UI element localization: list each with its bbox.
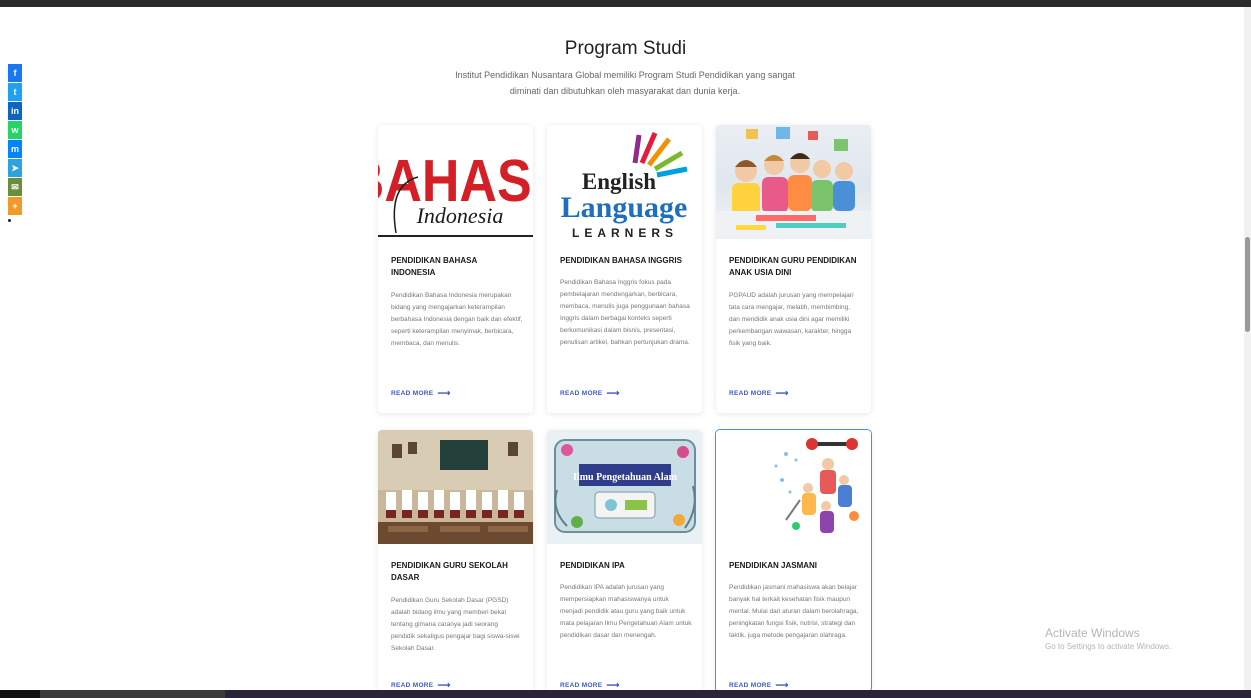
linkedin-icon[interactable]: in bbox=[8, 102, 22, 120]
page-scrollbar[interactable] bbox=[1244, 7, 1251, 690]
arrow-right-icon: ⟶ bbox=[437, 388, 451, 398]
arrow-right-icon: ⟶ bbox=[606, 388, 620, 398]
card-image-children-classroom bbox=[716, 125, 871, 239]
page-title: Program Studi bbox=[564, 38, 687, 59]
social-share-bar: f t in w m ➤ ✉ + bbox=[8, 64, 22, 222]
telegram-icon[interactable]: ➤ bbox=[8, 159, 22, 177]
taskbar-strip bbox=[0, 690, 1251, 698]
page-subtitle: Institut Pendidikan Nusantara Global mem… bbox=[455, 70, 795, 96]
program-card-bahasa-indonesia[interactable]: BAHASA Indonesia PENDIDIKAN BAHASA INDON… bbox=[378, 125, 533, 413]
card-description: Pendidikan Guru Sekolah Dasar (PGSD) ada… bbox=[391, 597, 520, 652]
card-image-ilmu-pengetahuan-alam: Ilmu Pengetahuan Alam bbox=[547, 430, 702, 544]
browser-top-bar bbox=[0, 0, 1251, 7]
card-title: PENDIDIKAN GURU PENDIDIKAN ANAK USIA DIN… bbox=[729, 256, 857, 277]
card-title: PENDIDIKAN GURU SEKOLAH DASAR bbox=[391, 561, 508, 582]
card-description: Pendidikan Bahasa Inggris fokus pada pem… bbox=[560, 279, 690, 346]
scrollbar-thumb[interactable] bbox=[1245, 237, 1250, 332]
share-bar-handle bbox=[8, 219, 11, 222]
card-title: PENDIDIKAN BAHASA INDONESIA bbox=[391, 256, 477, 277]
card-title: PENDIDIKAN JASMANI bbox=[729, 561, 818, 570]
more-share-icon[interactable]: + bbox=[8, 197, 22, 215]
card-description: Pendidikan IPA adalah jurusan yang mempe… bbox=[560, 584, 692, 639]
program-card-ipa[interactable]: Ilmu Pengetahuan Alam PENDIDIKAN IPA Pen… bbox=[547, 430, 702, 692]
svg-text:LEARNERS: LEARNERS bbox=[572, 226, 678, 239]
activation-title: Activate Windows bbox=[1045, 626, 1140, 640]
read-more-link[interactable]: READ MORE ⟶ bbox=[729, 388, 789, 399]
arrow-right-icon: ⟶ bbox=[775, 388, 789, 398]
activation-subtitle: Go to Settings to activate Windows. bbox=[1045, 642, 1172, 651]
program-card-jasmani[interactable]: PENDIDIKAN JASMANI Pendidikan jasmani ma… bbox=[715, 429, 872, 693]
read-more-link[interactable]: READ MORE ⟶ bbox=[560, 388, 620, 399]
card-image-english-learners: English Language LEARNERS bbox=[547, 125, 702, 239]
card-image-classroom bbox=[378, 430, 533, 544]
messenger-icon[interactable]: m bbox=[8, 140, 22, 158]
card-description: Pendidikan jasmani mahasiswa akan belaja… bbox=[729, 584, 859, 639]
card-title: PENDIDIKAN IPA bbox=[560, 561, 625, 570]
whatsapp-icon[interactable]: w bbox=[8, 121, 22, 139]
svg-text:Ilmu Pengetahuan Alam: Ilmu Pengetahuan Alam bbox=[573, 472, 678, 483]
twitter-icon[interactable]: t bbox=[8, 83, 22, 101]
facebook-icon[interactable]: f bbox=[8, 64, 22, 82]
card-title: PENDIDIKAN BAHASA INGGRIS bbox=[560, 256, 682, 265]
program-card-bahasa-inggris[interactable]: English Language LEARNERS PENDIDIKAN BAH… bbox=[547, 125, 702, 413]
card-description: PGPAUD adalah jurusan yang mempelajari t… bbox=[729, 292, 854, 347]
read-more-link[interactable]: READ MORE ⟶ bbox=[391, 388, 451, 399]
program-card-pgsd[interactable]: PENDIDIKAN GURU SEKOLAH DASAR Pendidikan… bbox=[378, 430, 533, 692]
email-icon[interactable]: ✉ bbox=[8, 178, 22, 196]
windows-activation-watermark: Activate Windows Go to Settings to activ… bbox=[1045, 626, 1171, 651]
card-image-sports bbox=[716, 430, 871, 544]
program-card-paud[interactable]: PENDIDIKAN GURU PENDIDIKAN ANAK USIA DIN… bbox=[716, 125, 871, 413]
svg-text:Language: Language bbox=[561, 191, 688, 224]
indonesia-word: Indonesia bbox=[416, 203, 504, 228]
card-image-bahasa-indonesia: BAHASA Indonesia bbox=[378, 125, 533, 239]
card-description: Pendidikan Bahasa Indonesia merupakan bi… bbox=[391, 292, 523, 347]
